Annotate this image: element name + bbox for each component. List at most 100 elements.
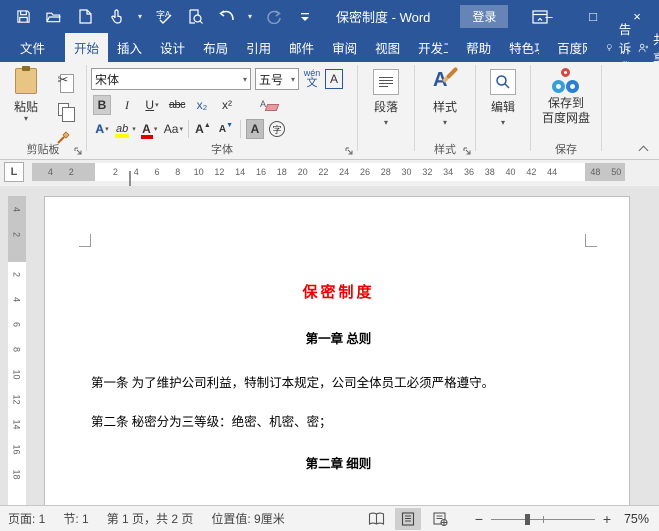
ruler-number: 14 [230,167,251,177]
tab-baidu-netdisk[interactable]: 百度网 [548,33,596,62]
zoom-slider[interactable] [491,512,595,526]
quick-access-toolbar: ▾ 字A ▾ [0,8,314,26]
print-preview-icon[interactable] [186,8,204,26]
clipboard-dialog-launcher-icon[interactable] [74,147,83,156]
read-mode-button[interactable] [363,508,389,530]
strikethrough-button[interactable]: abc [168,95,186,115]
document-paragraph-2[interactable]: 第二条 秘密分为三等级：绝密、机密、密； [91,411,586,430]
styles-group-label: 样式 [434,141,456,157]
ruler-number: 10 [188,167,209,177]
copy-button[interactable] [52,99,74,119]
paste-button[interactable]: 粘贴 ▾ [6,68,46,140]
document-heading-2[interactable]: 第二章 细则 [91,453,586,472]
status-page-count[interactable]: 第 1 页，共 2 页 [107,510,194,527]
tab-special-features[interactable]: 特色功 [500,33,548,62]
document-page[interactable]: 保密制度 第一章 总则 第一条 为了维护公司利益，特制订本规定，公司全体员工必须… [44,196,630,505]
save-to-baidu-button[interactable]: 保存到百度网盘 [531,62,601,126]
character-border-button[interactable]: A [325,69,343,89]
tell-me-box[interactable]: 告诉我 [606,33,638,62]
document-heading-1[interactable]: 第一章 总则 [91,328,586,347]
left-indent-marker[interactable] [129,172,131,186]
grow-font-button[interactable]: A▲ [194,119,212,139]
zoom-level[interactable]: 75% [619,512,649,526]
ruler-number: 12 [209,167,230,177]
print-layout-button[interactable] [395,508,421,530]
cut-button[interactable]: ✂ [52,70,74,90]
document-title[interactable]: 保密制度 [91,281,586,302]
zoom-in-button[interactable]: + [601,511,613,527]
tab-stop-selector[interactable]: L [4,162,24,182]
font-size-combo[interactable]: 五号▾ [255,68,299,90]
clear-formatting-button[interactable]: A [260,99,278,111]
tab-layout[interactable]: 布局 [194,33,237,62]
ruler-number: 2 [5,226,30,244]
ruler-number: 26 [355,167,376,177]
tab-developer[interactable]: 开发工 [409,33,457,62]
change-case-button[interactable]: Aa▾ [164,119,183,139]
shrink-font-button[interactable]: A▼ [217,119,235,139]
ruler-number: 48 [585,167,606,177]
styles-button[interactable]: A 样式 ▾ [415,62,475,127]
styles-dialog-launcher-icon[interactable] [463,147,472,156]
ruler-number: 14 [5,416,30,434]
minimize-button[interactable]: – [527,0,571,33]
group-clipboard: 粘贴 ▾ ✂ 剪贴板 [0,62,86,159]
touch-mode-dropdown-icon[interactable]: ▾ [138,13,142,21]
zoom-slider-thumb[interactable] [525,514,530,525]
horizontal-ruler[interactable]: 42 2468101214161820222426283032343638404… [32,163,625,181]
font-dialog-launcher-icon[interactable] [345,147,354,156]
ruler-number: 20 [292,167,313,177]
ruler-number: 30 [396,167,417,177]
status-position[interactable]: 位置值: 9厘米 [211,510,284,527]
vertical-ruler[interactable]: 42 24681012141618 [8,196,26,505]
login-button[interactable]: 登录 [460,5,508,28]
customize-qat-icon[interactable] [296,8,314,26]
collapse-ribbon-icon[interactable] [639,146,649,153]
font-size-dropdown-icon[interactable]: ▾ [287,75,295,84]
highlight-color-button[interactable]: ab▾ [116,119,136,139]
zoom-out-button[interactable]: − [473,511,485,527]
tab-view[interactable]: 视图 [366,33,409,62]
zoom-control: − + [473,511,613,527]
tab-mailings[interactable]: 邮件 [280,33,323,62]
underline-button[interactable]: U▾ [143,95,161,115]
document-paragraph-1[interactable]: 第一条 为了维护公司利益，特制订本规定，公司全体员工必须严格遵守。 [91,372,586,391]
font-color-button[interactable]: A▾ [141,119,159,139]
tab-file[interactable]: 文件 [0,33,65,62]
tab-insert[interactable]: 插入 [108,33,151,62]
subscript-button[interactable]: x₂ [193,95,211,115]
phonetic-guide-button[interactable]: wén文 [303,69,321,89]
ruler-number: 32 [417,167,438,177]
tab-help[interactable]: 帮助 [457,33,500,62]
paste-dropdown-icon[interactable]: ▾ [24,115,28,123]
undo-icon[interactable] [217,8,235,26]
superscript-button[interactable]: x² [218,95,236,115]
tab-references[interactable]: 引用 [237,33,280,62]
share-button[interactable]: 共享 [638,33,659,62]
tab-home[interactable]: 开始 [65,33,108,62]
tab-design[interactable]: 设计 [151,33,194,62]
character-shading-button[interactable]: A [246,119,264,139]
ruler-number: 22 [313,167,334,177]
save-icon[interactable] [14,8,32,26]
tab-review[interactable]: 审阅 [323,33,366,62]
font-name-combo[interactable]: 宋体▾ [91,68,251,90]
editing-button[interactable]: 编辑 ▾ [476,62,530,127]
maximize-button[interactable]: □ [571,0,615,33]
font-name-dropdown-icon[interactable]: ▾ [239,75,247,84]
enclose-characters-button[interactable]: 字 [269,121,285,137]
undo-dropdown-icon[interactable]: ▾ [248,13,252,21]
open-icon[interactable] [45,8,63,26]
new-document-icon[interactable] [76,8,94,26]
touch-mode-icon[interactable] [107,8,125,26]
spell-check-icon[interactable]: 字A [155,8,173,26]
italic-button[interactable]: I [118,95,136,115]
text-effects-button[interactable]: A▾ [93,119,111,139]
underline-dropdown-icon[interactable]: ▾ [155,101,159,109]
web-layout-button[interactable] [427,508,453,530]
status-page[interactable]: 页面: 1 [8,510,45,527]
status-section[interactable]: 节: 1 [63,510,88,527]
bold-button[interactable]: B [93,95,111,115]
group-editing: 编辑 ▾ [476,62,530,159]
paragraph-button[interactable]: 段落 ▾ [358,62,414,127]
